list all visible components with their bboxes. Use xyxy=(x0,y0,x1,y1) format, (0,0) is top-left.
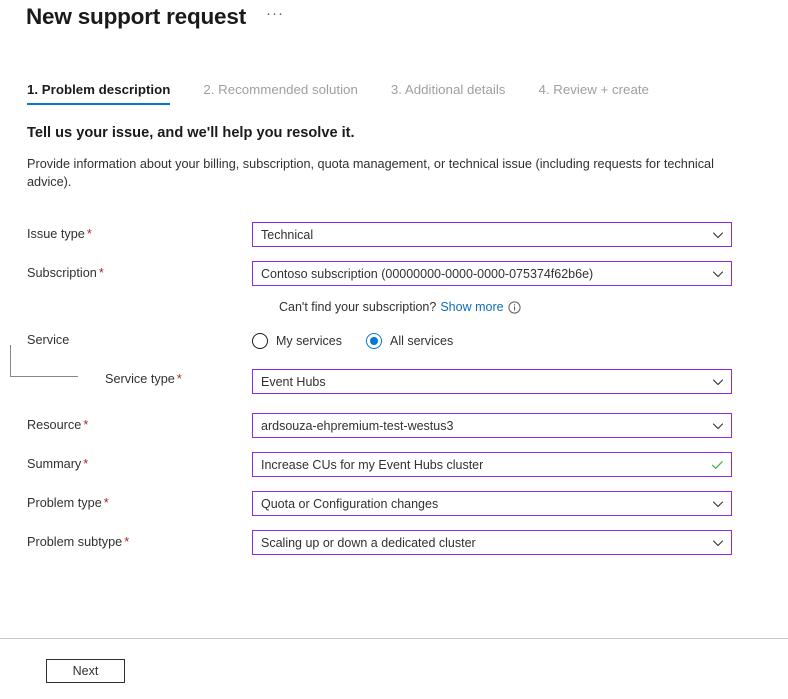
problem-type-value: Quota or Configuration changes xyxy=(261,496,439,511)
problem-type-dropdown[interactable]: Quota or Configuration changes xyxy=(252,491,732,516)
summary-input[interactable]: Increase CUs for my Event Hubs cluster xyxy=(252,452,732,477)
subscription-control: Contoso subscription (00000000-0000-0000… xyxy=(252,261,788,286)
problem-subtype-label-text: Problem subtype xyxy=(27,535,123,549)
subscription-helper-text: Can't find your subscription? xyxy=(279,300,437,314)
problem-subtype-label: Problem subtype * xyxy=(0,530,252,554)
issue-type-label: Issue type * xyxy=(0,222,252,246)
resource-value: ardsouza-ehpremium-test-westus3 xyxy=(261,418,454,433)
form-row-problem-subtype: Problem subtype * Scaling up or down a de… xyxy=(0,530,788,555)
issue-type-control: Technical xyxy=(252,222,788,247)
issue-type-required-asterisk: * xyxy=(86,227,92,241)
service-type-required-asterisk: * xyxy=(176,372,182,386)
valid-check-icon xyxy=(711,458,724,471)
form-row-summary: Summary * Increase CUs for my Event Hubs … xyxy=(0,452,788,477)
tab-review-create[interactable]: 4. Review + create xyxy=(538,82,649,105)
service-scope-control: My services All services xyxy=(252,328,788,353)
problem-type-label-text: Problem type xyxy=(27,496,102,510)
summary-label: Summary * xyxy=(0,452,252,476)
form-row-issue-type: Issue type * Technical xyxy=(0,222,788,247)
page-title: New support request xyxy=(26,4,246,29)
service-type-value: Event Hubs xyxy=(261,374,326,389)
tree-connector-icon xyxy=(10,345,78,377)
subscription-label-text: Subscription xyxy=(27,266,97,280)
footer-divider xyxy=(0,638,788,639)
new-support-request-page: New support request ··· 1. Problem descr… xyxy=(0,0,788,699)
chevron-down-icon xyxy=(712,420,724,432)
subscription-label: Subscription * xyxy=(0,261,252,285)
resource-required-asterisk: * xyxy=(83,418,89,432)
radio-all-services[interactable]: All services xyxy=(365,332,454,349)
intro-description: Provide information about your billing, … xyxy=(27,157,714,189)
form-row-service-type: Service type * Event Hubs xyxy=(0,345,788,399)
summary-required-asterisk: * xyxy=(83,457,89,471)
radio-all-services-label: All services xyxy=(389,333,454,348)
resource-dropdown[interactable]: ardsouza-ehpremium-test-westus3 xyxy=(252,413,732,438)
issue-type-dropdown[interactable]: Technical xyxy=(252,222,732,247)
next-button[interactable]: Next xyxy=(46,659,125,683)
radio-my-services-label: My services xyxy=(276,333,342,348)
more-options-icon[interactable]: ··· xyxy=(264,6,286,28)
issue-type-value: Technical xyxy=(261,227,314,242)
service-type-label-inner: Service type * xyxy=(105,367,182,391)
issue-type-label-text: Issue type xyxy=(27,227,85,241)
problem-type-control: Quota or Configuration changes xyxy=(252,491,788,516)
chevron-down-icon xyxy=(712,537,724,549)
problem-subtype-dropdown[interactable]: Scaling up or down a dedicated cluster xyxy=(252,530,732,555)
form-row-resource: Resource * ardsouza-ehpremium-test-westus… xyxy=(0,413,788,438)
form-row-subscription: Subscription * Contoso subscription (0000… xyxy=(0,261,788,286)
problem-subtype-value: Scaling up or down a dedicated cluster xyxy=(261,535,476,550)
radio-circle-selected-icon xyxy=(365,332,382,349)
resource-label-text: Resource xyxy=(27,418,82,432)
radio-my-services[interactable]: My services xyxy=(252,332,342,349)
chevron-down-icon xyxy=(712,268,724,280)
radio-circle-icon xyxy=(252,332,268,349)
intro-heading: Tell us your issue, and we'll help you r… xyxy=(27,125,355,141)
tab-problem-description[interactable]: 1. Problem description xyxy=(27,82,171,105)
form-row-service: Service My services All services xyxy=(0,328,788,353)
info-icon[interactable] xyxy=(507,300,521,314)
problem-type-required-asterisk: * xyxy=(103,496,109,510)
resource-control: ardsouza-ehpremium-test-westus3 xyxy=(252,413,788,438)
summary-control: Increase CUs for my Event Hubs cluster xyxy=(252,452,788,477)
summary-value: Increase CUs for my Event Hubs cluster xyxy=(261,457,484,472)
resource-label: Resource * xyxy=(0,413,252,437)
subscription-dropdown[interactable]: Contoso subscription (00000000-0000-0000… xyxy=(252,261,732,286)
tab-additional-details[interactable]: 3. Additional details xyxy=(391,82,506,105)
page-header: New support request ··· xyxy=(26,2,286,32)
summary-label-text: Summary xyxy=(27,457,82,471)
service-type-dropdown[interactable]: Event Hubs xyxy=(252,369,732,394)
service-type-label-text: Service type xyxy=(105,372,175,386)
chevron-down-icon xyxy=(712,229,724,241)
service-scope-radio-group: My services All services xyxy=(252,328,788,353)
wizard-tabs: 1. Problem description 2. Recommended so… xyxy=(27,82,649,105)
chevron-down-icon xyxy=(712,498,724,510)
problem-subtype-control: Scaling up or down a dedicated cluster xyxy=(252,530,788,555)
subscription-value: Contoso subscription (00000000-0000-0000… xyxy=(261,266,594,281)
service-type-label: Service type * xyxy=(0,345,252,399)
problem-subtype-required-asterisk: * xyxy=(124,535,130,549)
subscription-required-asterisk: * xyxy=(98,266,104,280)
show-more-link[interactable]: Show more xyxy=(440,300,503,314)
chevron-down-icon xyxy=(712,376,724,388)
problem-type-label: Problem type * xyxy=(0,491,252,515)
tab-recommended-solution[interactable]: 2. Recommended solution xyxy=(203,82,357,105)
support-request-form: Issue type * Technical Subscription * Cont… xyxy=(0,222,788,569)
form-row-problem-type: Problem type * Quota or Configuration cha… xyxy=(0,491,788,516)
subscription-helper-row: Can't find your subscription? Show more xyxy=(0,300,788,314)
service-type-control: Event Hubs xyxy=(252,369,788,394)
